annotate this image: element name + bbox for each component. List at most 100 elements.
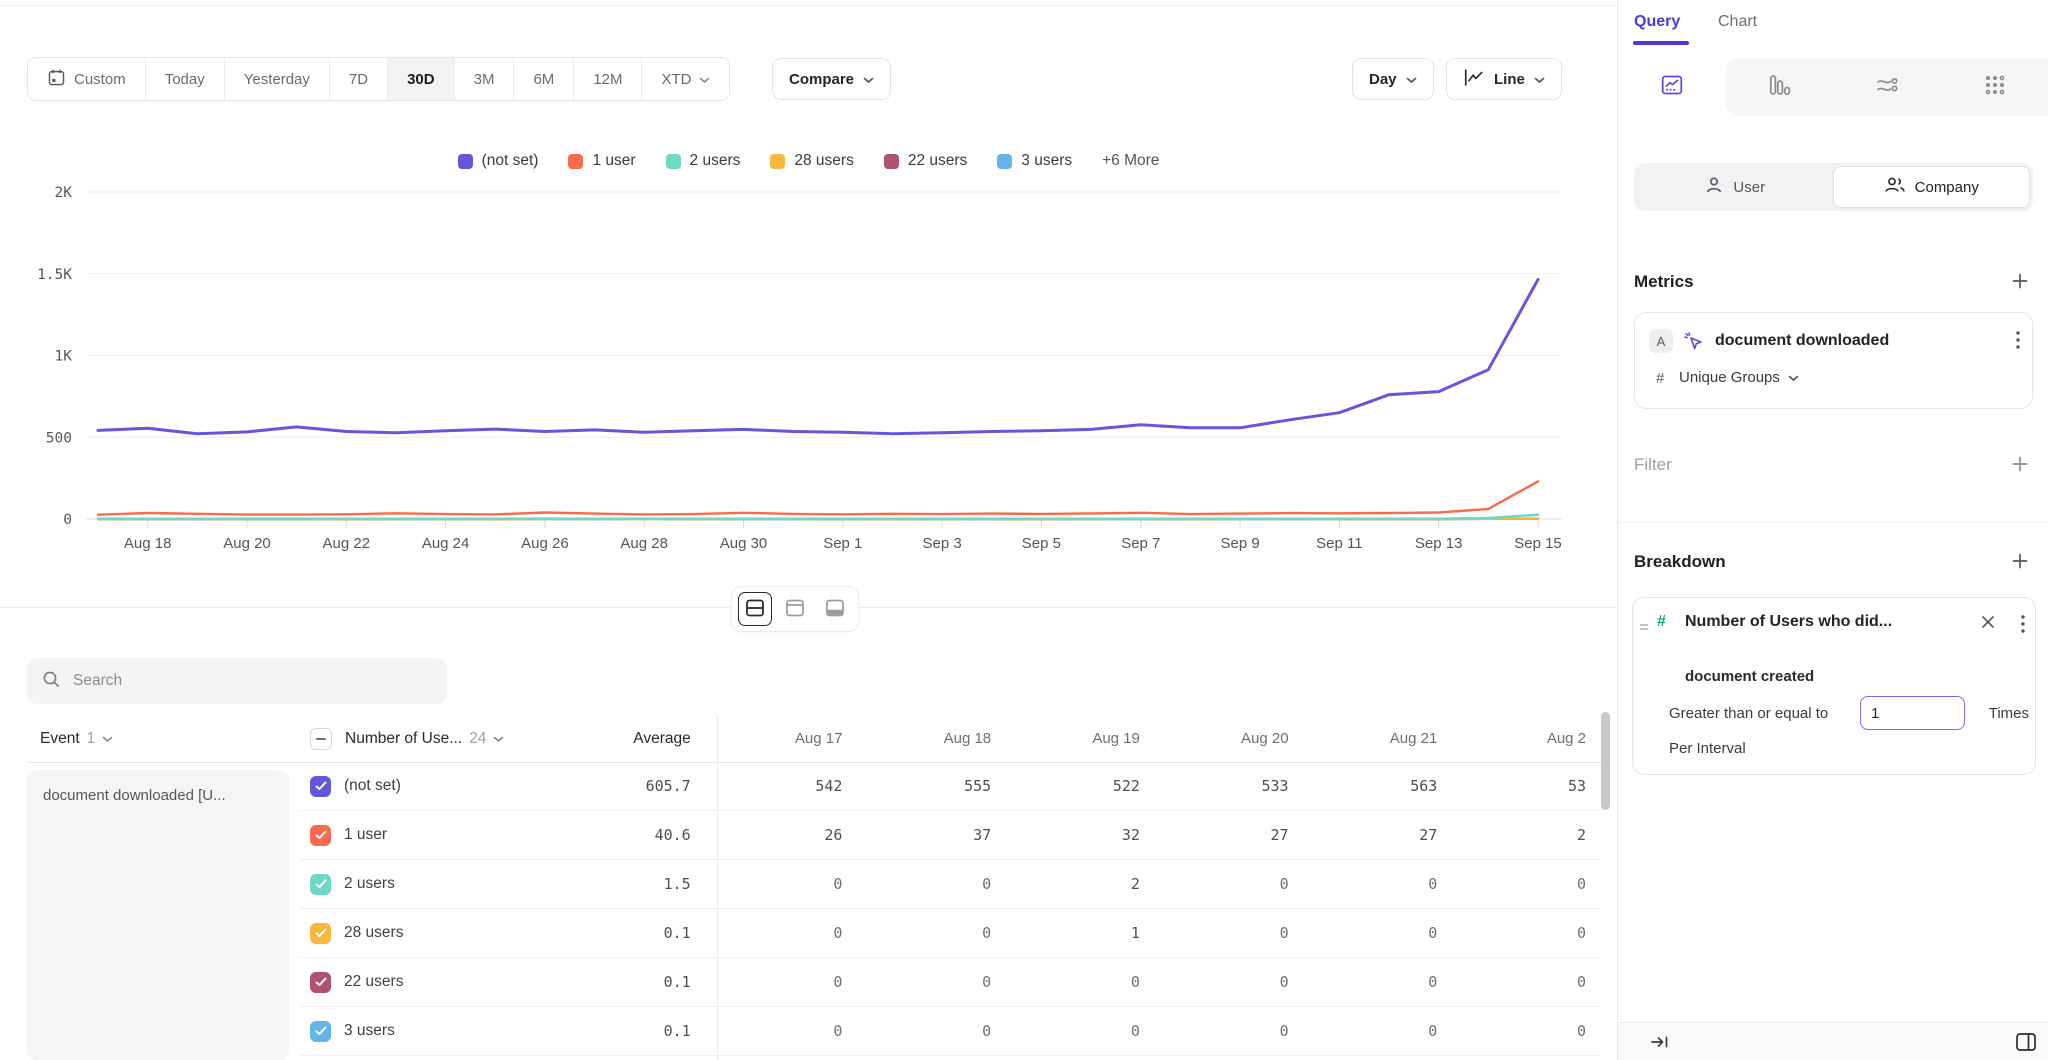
analytics-dashboard: Custom Today Yesterday 7D 30D 3M 6M 12M … (0, 0, 2048, 1060)
search-input[interactable] (71, 671, 432, 691)
breakdown-event[interactable]: document created (1685, 668, 1814, 685)
chart-type-dropdown[interactable]: Line (1446, 58, 1562, 100)
table-row[interactable]: 1 user40.626373227272 (300, 811, 1600, 860)
date-range-6m[interactable]: 6M (513, 58, 573, 100)
table-scroll-region[interactable]: Number of Use... 24 Average Aug 17Aug 18… (300, 715, 1600, 1056)
row-checkbox[interactable] (310, 776, 331, 797)
layout-table-button[interactable] (818, 592, 852, 626)
remove-breakdown-button[interactable] (1977, 611, 1999, 636)
svg-text:Sep 3: Sep 3 (922, 535, 961, 552)
event-column-header[interactable]: Event 1 (40, 715, 113, 762)
date-range-30d[interactable]: 30D (387, 58, 454, 100)
row-checkbox[interactable] (310, 1021, 331, 1042)
legend-item[interactable]: 3 users (997, 152, 1072, 170)
layout-split-button[interactable] (738, 592, 772, 626)
scope-company[interactable]: Company (1833, 166, 2031, 208)
table-cell: 2 (1451, 826, 1600, 844)
date-column-header[interactable]: Aug 20 (1154, 730, 1303, 747)
table-cell: 0 (1005, 1022, 1154, 1040)
metric-card[interactable]: A document downloaded # Unique Groups (1634, 312, 2033, 409)
table-row[interactable]: (not set)605.754255552253356353 (300, 762, 1600, 811)
table-row[interactable]: 22 users0.1000000 (300, 958, 1600, 1007)
panel-footer (1618, 1022, 2048, 1060)
measure-dropdown[interactable]: Unique Groups (1679, 369, 1799, 386)
scope-user[interactable]: User (1637, 166, 1833, 208)
add-breakdown-button[interactable] (2008, 550, 2032, 574)
row-checkbox[interactable] (310, 972, 331, 993)
svg-text:Aug 26: Aug 26 (521, 535, 569, 552)
breakdown-per-interval[interactable]: Per Interval (1669, 740, 1746, 757)
svg-text:Aug 30: Aug 30 (720, 535, 768, 552)
metric-menu-button[interactable] (2012, 327, 2024, 356)
bar-chart-tab-icon (1768, 73, 1792, 102)
select-all-checkbox[interactable] (310, 728, 332, 750)
date-range-today[interactable]: Today (145, 58, 224, 100)
interval-dropdown[interactable]: Day (1352, 58, 1434, 100)
date-range-12m[interactable]: 12M (573, 58, 641, 100)
collapse-panel-button[interactable] (1648, 1032, 1672, 1055)
compare-button[interactable]: Compare (772, 58, 891, 100)
event-name-cell[interactable]: document downloaded [U... (27, 770, 289, 1060)
line-chart-svg[interactable]: 05001K1.5K2KAug 18Aug 20Aug 22Aug 24Aug … (0, 185, 1617, 565)
row-checkbox[interactable] (310, 874, 331, 895)
layout-chart-button[interactable] (778, 592, 812, 626)
table-cell: 0 (1303, 924, 1452, 942)
breakdown-title[interactable]: Number of Users who did... (1685, 613, 1892, 631)
legend-item[interactable]: 1 user (568, 152, 635, 170)
vertical-scrollbar[interactable] (1601, 712, 1610, 810)
table-view-icon (824, 597, 846, 622)
table-row[interactable]: 3 users0.1000000 (300, 1007, 1600, 1056)
date-column-header[interactable]: Aug 19 (1005, 730, 1154, 747)
tab-query[interactable]: Query (1634, 13, 1680, 31)
metric-name[interactable]: document downloaded (1715, 332, 1889, 350)
legend-more[interactable]: +6 More (1102, 152, 1159, 170)
drag-handle-icon[interactable] (1639, 619, 1649, 637)
viz-tab-flow[interactable] (1834, 58, 1942, 116)
table-cell: 0 (1451, 973, 1600, 991)
legend-item[interactable]: 28 users (770, 152, 853, 170)
date-column-header[interactable]: Aug 17 (708, 730, 857, 747)
company-icon (1884, 175, 1906, 199)
table-cell: 32 (1005, 826, 1154, 844)
row-checkbox[interactable] (310, 825, 331, 846)
breakdown-value-input[interactable] (1860, 696, 1965, 730)
svg-text:Sep 9: Sep 9 (1220, 535, 1259, 552)
metric-letter-badge: A (1649, 329, 1673, 353)
date-column-header[interactable]: Aug 2 (1451, 730, 1600, 747)
average-column-header[interactable]: Average (554, 730, 708, 748)
breakdown-condition-label[interactable]: Greater than or equal to (1669, 705, 1828, 722)
row-average: 605.7 (554, 777, 708, 795)
hash-icon: # (1656, 370, 1664, 387)
group-column-header[interactable]: Number of Use... 24 (345, 730, 504, 748)
date-range-7d[interactable]: 7D (329, 58, 387, 100)
line-chart-icon (1463, 68, 1485, 91)
chart-view-icon (784, 597, 806, 622)
date-range-custom[interactable]: Custom (28, 58, 145, 100)
toggle-side-panel-button[interactable] (2012, 1028, 2040, 1059)
legend-item[interactable]: 2 users (666, 152, 741, 170)
flow-tab-icon (1875, 73, 1899, 102)
date-range-yesterday[interactable]: Yesterday (224, 58, 329, 100)
date-range-xtd[interactable]: XTD (641, 58, 729, 100)
viz-tab-bar-chart[interactable] (1726, 58, 1834, 116)
viz-tab-grid[interactable] (1941, 58, 2048, 116)
date-column-header[interactable]: Aug 18 (856, 730, 1005, 747)
add-metric-button[interactable] (2008, 270, 2032, 294)
tab-chart[interactable]: Chart (1718, 13, 1757, 31)
table-row[interactable]: 2 users1.5002000 (300, 860, 1600, 909)
row-checkbox[interactable] (310, 923, 331, 944)
viz-tab-line-chart[interactable] (1618, 58, 1726, 116)
search-box (27, 658, 447, 704)
legend-item[interactable]: (not set) (458, 152, 539, 170)
row-average: 1.5 (554, 875, 708, 893)
table-row[interactable]: 28 users0.1001000 (300, 909, 1600, 958)
legend-swatch (997, 154, 1012, 169)
legend-item[interactable]: 22 users (884, 152, 967, 170)
legend-swatch (568, 154, 583, 169)
breakdown-menu-button[interactable] (2017, 611, 2029, 640)
breakdown-card[interactable]: # Number of Users who did... document cr… (1632, 597, 2036, 775)
date-column-header[interactable]: Aug 21 (1303, 730, 1452, 747)
table-cell: 0 (1303, 1022, 1452, 1040)
add-filter-button[interactable] (2008, 453, 2032, 477)
date-range-3m[interactable]: 3M (454, 58, 514, 100)
